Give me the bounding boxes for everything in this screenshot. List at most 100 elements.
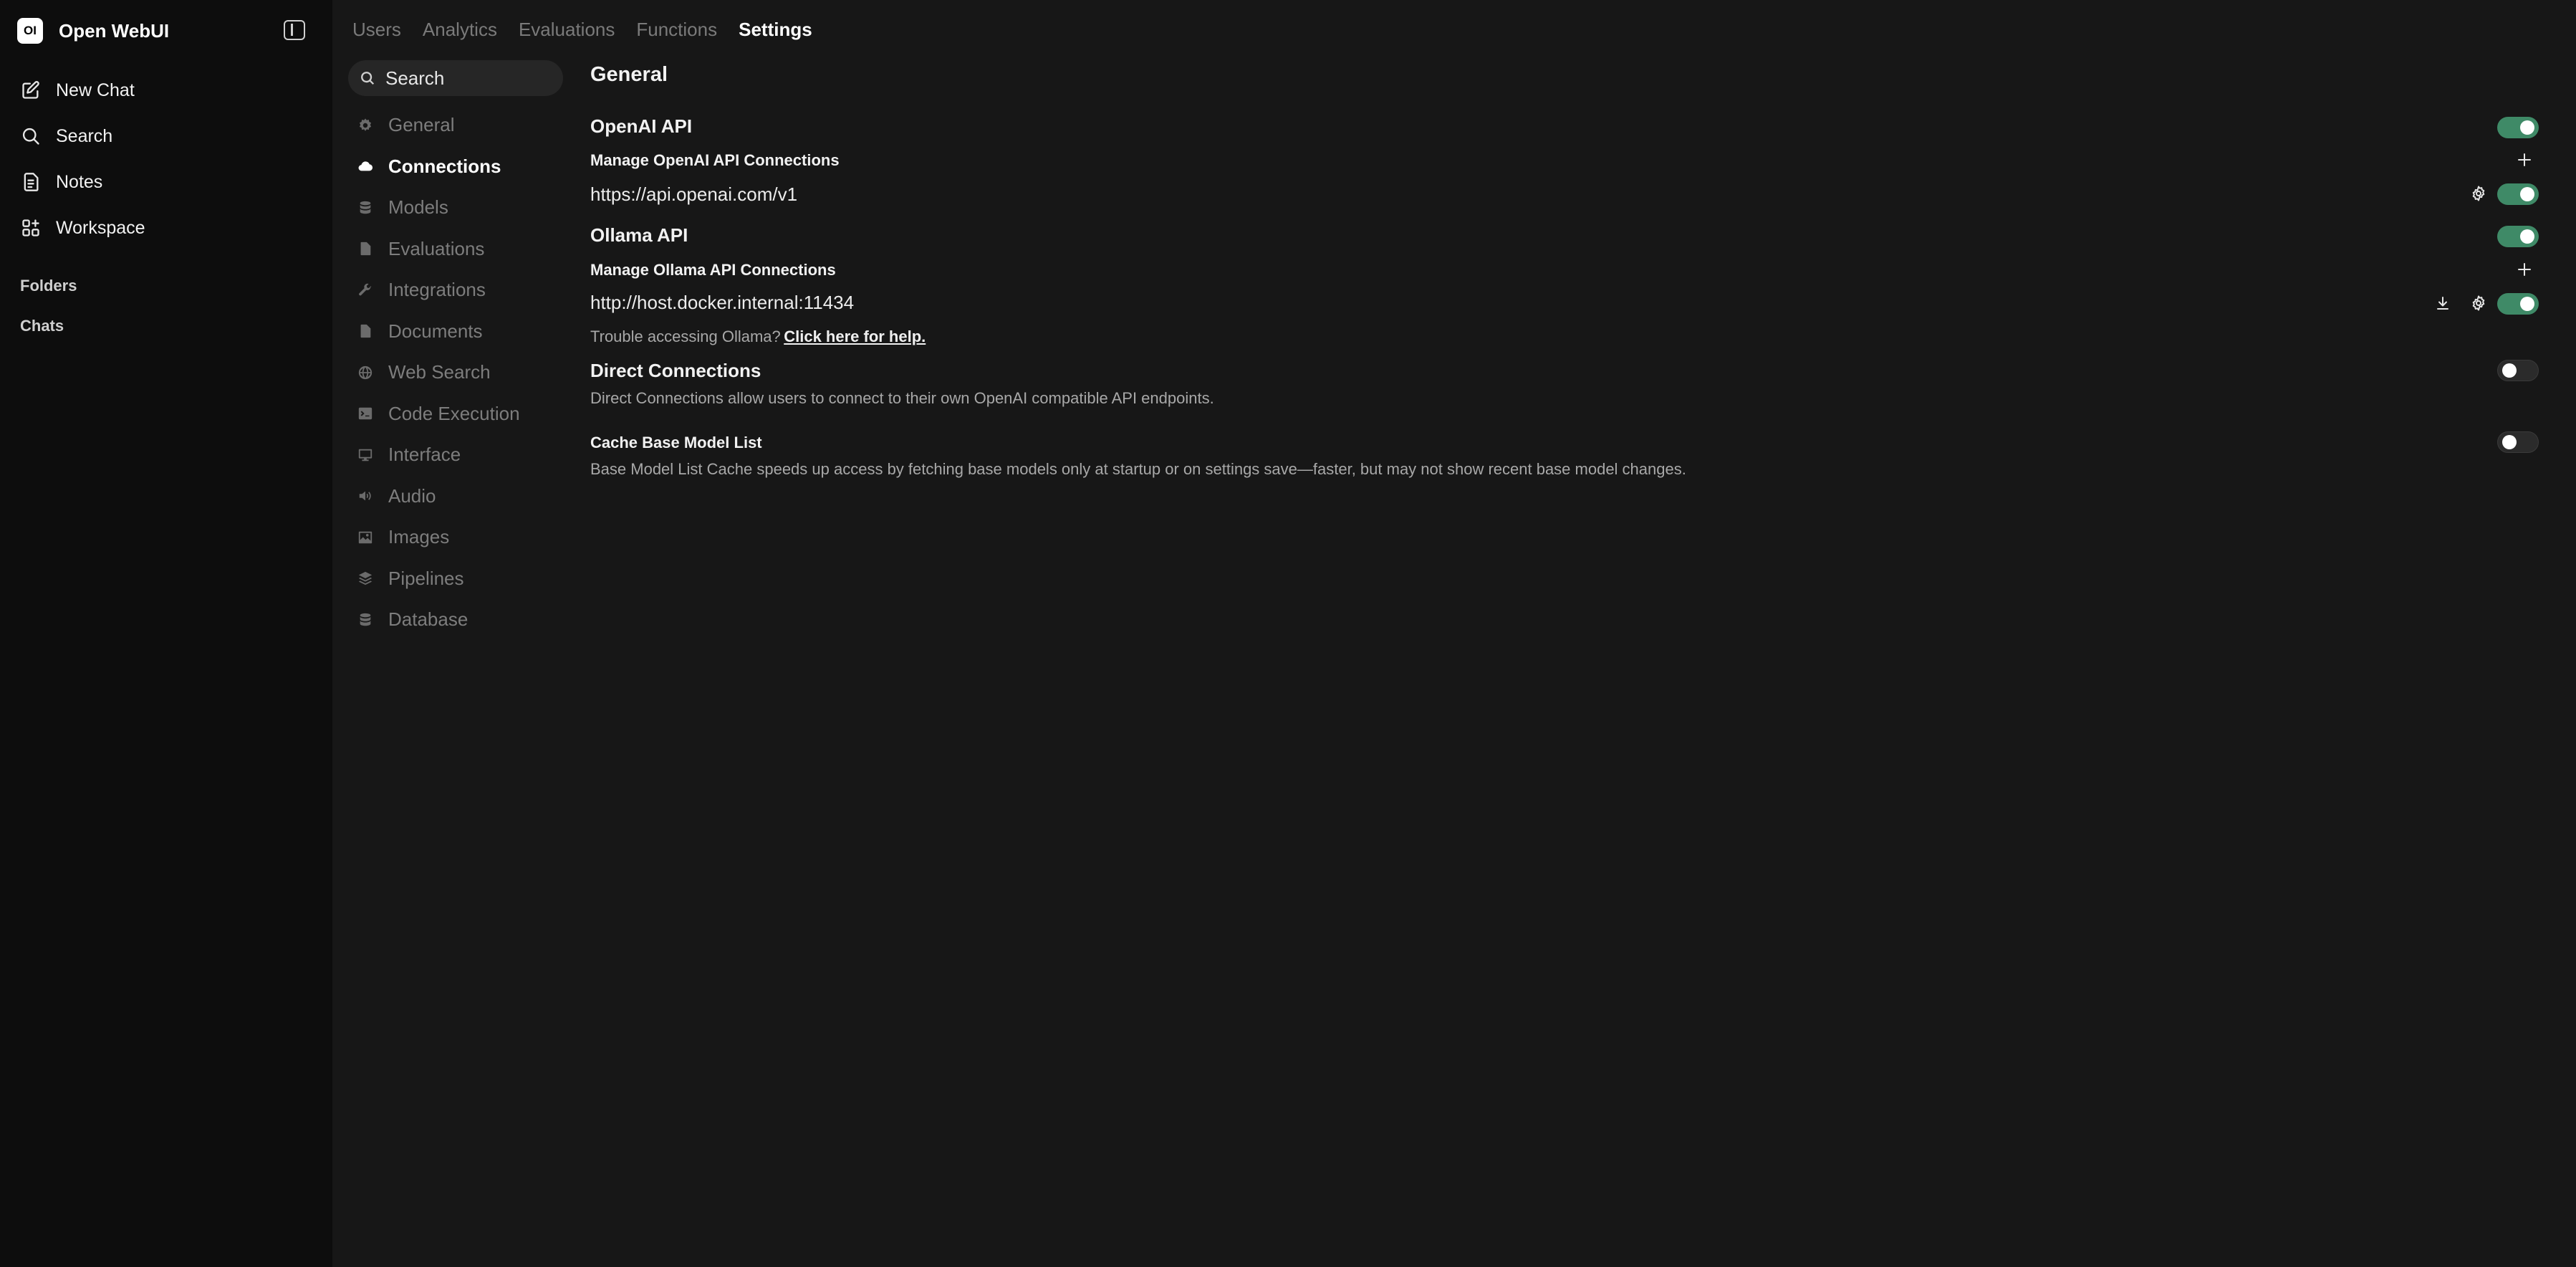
chats-section[interactable]: Chats — [20, 317, 317, 335]
search-label: Search — [56, 125, 113, 146]
download-icon — [2437, 297, 2448, 310]
settings-nav-integrations[interactable]: Integrations — [348, 269, 563, 311]
gear-icon — [2472, 186, 2485, 201]
ollama-manage-row: Manage Ollama API Connections — [590, 261, 2539, 279]
settings-search-input[interactable] — [385, 67, 550, 90]
openai-connection-row: https://api.openai.com/v1 — [590, 183, 2539, 206]
settings-nav: General Connections Models Evaluations I… — [348, 60, 563, 641]
openai-connection-settings-button[interactable] — [2469, 183, 2489, 204]
settings-nav-code-execution[interactable]: Code Execution — [348, 393, 563, 435]
settings-nav-database[interactable]: Database — [348, 599, 563, 641]
gear-icon — [357, 117, 374, 134]
layers-icon — [357, 570, 374, 587]
ollama-help-link[interactable]: Click here for help. — [784, 327, 926, 345]
tab-users[interactable]: Users — [352, 19, 401, 41]
folders-section[interactable]: Folders — [20, 277, 317, 295]
settings-nav-label: Documents — [388, 320, 483, 342]
ollama-api-row: Ollama API — [590, 224, 2539, 247]
direct-connections-row: Direct Connections — [590, 360, 2539, 382]
plus-icon — [2518, 153, 2531, 166]
settings-nav-images[interactable]: Images — [348, 517, 563, 558]
app-sidebar: OI Open WebUI New Chat Search Notes Work… — [0, 0, 332, 1267]
settings-nav-connections[interactable]: Connections — [348, 146, 563, 188]
settings-nav-list: General Connections Models Evaluations I… — [348, 105, 563, 641]
search-icon — [20, 125, 42, 147]
workspace-button[interactable]: Workspace — [16, 205, 317, 251]
main-area: Users Analytics Evaluations Functions Se… — [332, 0, 2576, 1267]
tab-evaluations[interactable]: Evaluations — [519, 19, 615, 41]
settings-nav-audio[interactable]: Audio — [348, 476, 563, 517]
notes-button[interactable]: Notes — [16, 159, 317, 205]
grid-icon — [20, 217, 42, 239]
document-icon — [357, 322, 374, 340]
direct-connections-toggle[interactable] — [2497, 360, 2539, 381]
cache-model-list-description: Base Model List Cache speeds up access b… — [590, 460, 1686, 478]
settings-nav-label: General — [388, 114, 455, 136]
settings-nav-label: Web Search — [388, 361, 491, 383]
settings-search — [348, 60, 563, 96]
cloud-icon — [357, 158, 374, 175]
wrench-icon — [357, 282, 374, 299]
ollama-api-heading: Ollama API — [590, 224, 688, 246]
plus-icon — [2518, 263, 2531, 276]
add-openai-connection-button[interactable] — [2514, 150, 2534, 170]
page-title: General — [590, 63, 668, 86]
app-root: OI Open WebUI New Chat Search Notes Work… — [0, 0, 2576, 1267]
settings-nav-general[interactable]: General — [348, 105, 563, 146]
settings-nav-documents[interactable]: Documents — [348, 311, 563, 353]
direct-connections-desc-row: Direct Connections allow users to connec… — [590, 389, 2539, 408]
pencil-square-icon — [20, 80, 42, 101]
settings-nav-interface[interactable]: Interface — [348, 434, 563, 476]
tab-analytics[interactable]: Analytics — [423, 19, 497, 41]
new-chat-label: New Chat — [56, 80, 135, 100]
search-button[interactable]: Search — [16, 113, 317, 159]
ollama-manage-models-button[interactable] — [2433, 293, 2453, 313]
settings-nav-label: Connections — [388, 155, 501, 177]
monitor-icon — [357, 446, 374, 464]
cache-model-list-row: Cache Base Model List — [590, 431, 2539, 453]
settings-nav-label: Images — [388, 526, 450, 548]
settings-nav-web-search[interactable]: Web Search — [348, 352, 563, 393]
ollama-connection-toggle[interactable] — [2497, 293, 2539, 315]
openai-api-row: OpenAI API — [590, 115, 2539, 138]
document-icon — [357, 240, 374, 257]
database-icon — [357, 611, 374, 628]
settings-nav-evaluations[interactable]: Evaluations — [348, 229, 563, 270]
settings-nav-label: Pipelines — [388, 567, 464, 589]
ollama-api-toggle[interactable] — [2497, 226, 2539, 247]
ollama-connection-settings-button[interactable] — [2469, 293, 2489, 313]
ollama-help-row: Trouble accessing Ollama? Click here for… — [590, 327, 2539, 346]
tab-settings[interactable]: Settings — [739, 19, 812, 41]
openai-api-heading: OpenAI API — [590, 115, 693, 137]
image-icon — [357, 529, 374, 546]
cache-model-list-desc-row: Base Model List Cache speeds up access b… — [590, 460, 2539, 479]
openai-manage-row: Manage OpenAI API Connections — [590, 151, 2539, 170]
cache-model-list-toggle[interactable] — [2497, 431, 2539, 453]
globe-icon — [357, 364, 374, 381]
stack-icon — [357, 199, 374, 216]
new-chat-button[interactable]: New Chat — [16, 67, 317, 113]
settings-nav-label: Interface — [388, 444, 461, 466]
openai-api-toggle[interactable] — [2497, 117, 2539, 138]
openai-connection-toggle[interactable] — [2497, 183, 2539, 205]
direct-connections-heading: Direct Connections — [590, 360, 761, 381]
settings-nav-pipelines[interactable]: Pipelines — [348, 558, 563, 600]
terminal-icon — [357, 405, 374, 422]
cache-model-list-heading: Cache Base Model List — [590, 434, 762, 451]
openai-connection-url[interactable]: https://api.openai.com/v1 — [590, 183, 797, 205]
tab-functions[interactable]: Functions — [636, 19, 717, 41]
brand-logo[interactable]: OI — [17, 18, 43, 44]
sidebar-toggle-icon[interactable] — [284, 20, 305, 40]
ollama-connection-url[interactable]: http://host.docker.internal:11434 — [590, 292, 854, 313]
search-icon — [361, 72, 375, 85]
settings-nav-label: Models — [388, 196, 448, 219]
add-ollama-connection-button[interactable] — [2514, 259, 2534, 279]
notes-label: Notes — [56, 171, 103, 192]
brand-name: Open WebUI — [59, 19, 170, 42]
settings-nav-label: Evaluations — [388, 237, 485, 259]
ollama-manage-label: Manage Ollama API Connections — [590, 261, 836, 279]
settings-nav-label: Database — [388, 608, 468, 631]
settings-nav-label: Audio — [388, 484, 436, 507]
settings-nav-models[interactable]: Models — [348, 187, 563, 229]
admin-tabs: Users Analytics Evaluations Functions Se… — [352, 19, 812, 41]
